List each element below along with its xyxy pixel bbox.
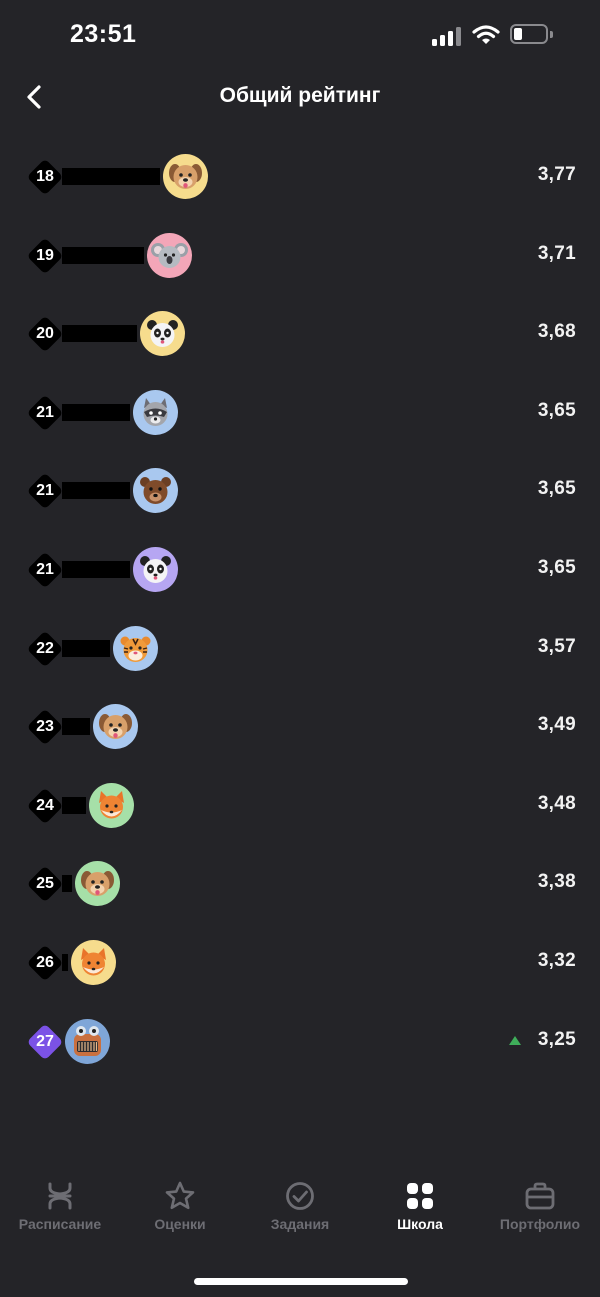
fox-avatar	[71, 939, 116, 985]
nav-item-briefcase[interactable]: Портфолио	[480, 1170, 600, 1240]
rank-badge: 27	[26, 1023, 64, 1061]
nav-item-check-circle[interactable]: Задания	[240, 1170, 360, 1240]
rank-number: 22	[36, 639, 54, 657]
score-value: 3,71	[537, 242, 576, 264]
status-bar: 23:51	[0, 0, 600, 72]
status-time: 23:51	[70, 20, 137, 48]
rank-number: 25	[36, 875, 54, 893]
nav-label: Расписание	[18, 1216, 102, 1232]
rank-number: 23	[36, 718, 54, 736]
dog-avatar	[93, 704, 138, 750]
koala-avatar	[147, 232, 192, 278]
page-title: Общий рейтинг	[219, 84, 381, 107]
rank-number: 27	[36, 1032, 54, 1050]
bear-avatar	[133, 468, 178, 514]
score-value: 3,65	[537, 556, 576, 578]
nav-item-star[interactable]: Оценки	[120, 1170, 240, 1240]
rating-row[interactable]: 22 3,57	[0, 608, 600, 687]
redacted-name	[62, 639, 110, 657]
schedule-icon	[44, 1180, 76, 1212]
rating-row[interactable]: 23 3,49	[0, 686, 600, 765]
rating-row[interactable]: 26 3,32	[0, 922, 600, 1001]
rank-badge: 26	[26, 944, 64, 982]
redacted-name	[62, 560, 130, 578]
robot-avatar	[65, 1018, 110, 1064]
score-value: 3,68	[537, 321, 576, 343]
rating-row[interactable]: 20 3,68	[0, 293, 600, 372]
redacted-name	[62, 168, 160, 185]
nav-item-school-grid[interactable]: Школа	[360, 1170, 480, 1240]
cellular-signal-icon	[432, 26, 462, 46]
score-value: 3,57	[537, 635, 576, 657]
rank-badge: 20	[26, 315, 64, 353]
nav-label: Задания	[270, 1216, 330, 1232]
rank-badge: 21	[26, 551, 64, 589]
nav-label: Портфолио	[499, 1216, 581, 1232]
score-value: 3,32	[537, 949, 576, 971]
rank-badge: 21	[26, 472, 64, 510]
dog-avatar	[75, 861, 120, 907]
score-value: 3,65	[537, 478, 576, 500]
bottom-nav: Расписание Оценки Задания Школа Портфолио	[0, 1170, 600, 1240]
score-value: 3,38	[537, 871, 576, 893]
redacted-name	[62, 953, 68, 971]
score-value: 3,48	[537, 792, 576, 814]
fox-avatar	[89, 782, 134, 828]
nav-label: Школа	[397, 1216, 443, 1232]
rating-list: 18 3,77 19 3,71 20 3,68 21 3,65 21 3,65 21 3,65 22 3,…	[0, 136, 600, 1079]
raccoon-avatar	[133, 389, 178, 435]
star-icon	[164, 1180, 196, 1212]
rank-number: 18	[36, 168, 54, 185]
rating-row[interactable]: 19 3,71	[0, 215, 600, 294]
redacted-name	[62, 482, 130, 500]
rank-badge: 18	[26, 158, 64, 196]
wifi-icon	[472, 25, 500, 44]
nav-label: Оценки	[154, 1216, 206, 1232]
dog-avatar	[163, 154, 208, 199]
rank-number: 19	[36, 246, 54, 264]
score-value: 3,25	[537, 1028, 576, 1050]
rank-number: 21	[36, 403, 54, 421]
rank-number: 21	[36, 482, 54, 500]
rank-number: 20	[36, 325, 54, 343]
redacted-name	[62, 718, 90, 736]
header: Общий рейтинг	[0, 72, 600, 124]
rank-badge: 19	[26, 237, 64, 275]
redacted-name	[62, 403, 130, 421]
rank-number: 21	[36, 560, 54, 578]
check-circle-icon	[284, 1180, 316, 1212]
tiger-avatar	[113, 625, 158, 671]
rating-row[interactable]: 25 3,38	[0, 843, 600, 922]
rating-row[interactable]: 18 3,77	[0, 136, 600, 215]
rating-row-current-user[interactable]: 27 3,25	[0, 1001, 600, 1080]
rank-badge: 23	[26, 708, 64, 746]
rating-row[interactable]: 21 3,65	[0, 529, 600, 608]
redacted-name	[62, 796, 86, 814]
rank-number: 26	[36, 953, 54, 971]
rank-badge: 22	[26, 630, 64, 668]
battery-icon	[510, 24, 548, 44]
rank-badge: 21	[26, 394, 64, 432]
home-indicator	[194, 1278, 408, 1285]
rating-row[interactable]: 24 3,48	[0, 765, 600, 844]
rank-number: 24	[36, 796, 54, 814]
redacted-name	[62, 246, 144, 264]
rank-badge: 24	[26, 787, 64, 825]
rating-row[interactable]: 21 3,65	[0, 372, 600, 451]
nav-item-schedule[interactable]: Расписание	[0, 1170, 120, 1240]
panda-avatar	[140, 311, 185, 357]
rank-badge: 25	[26, 865, 64, 903]
panda-avatar	[133, 546, 178, 592]
score-value: 3,49	[537, 714, 576, 736]
score-value: 3,77	[537, 164, 576, 185]
trend-up-icon	[509, 1035, 521, 1045]
score-value: 3,65	[537, 399, 576, 421]
school-grid-icon	[404, 1180, 436, 1212]
redacted-name	[62, 875, 72, 893]
briefcase-icon	[524, 1180, 556, 1212]
rating-row[interactable]: 21 3,65	[0, 450, 600, 529]
redacted-name	[62, 325, 137, 343]
